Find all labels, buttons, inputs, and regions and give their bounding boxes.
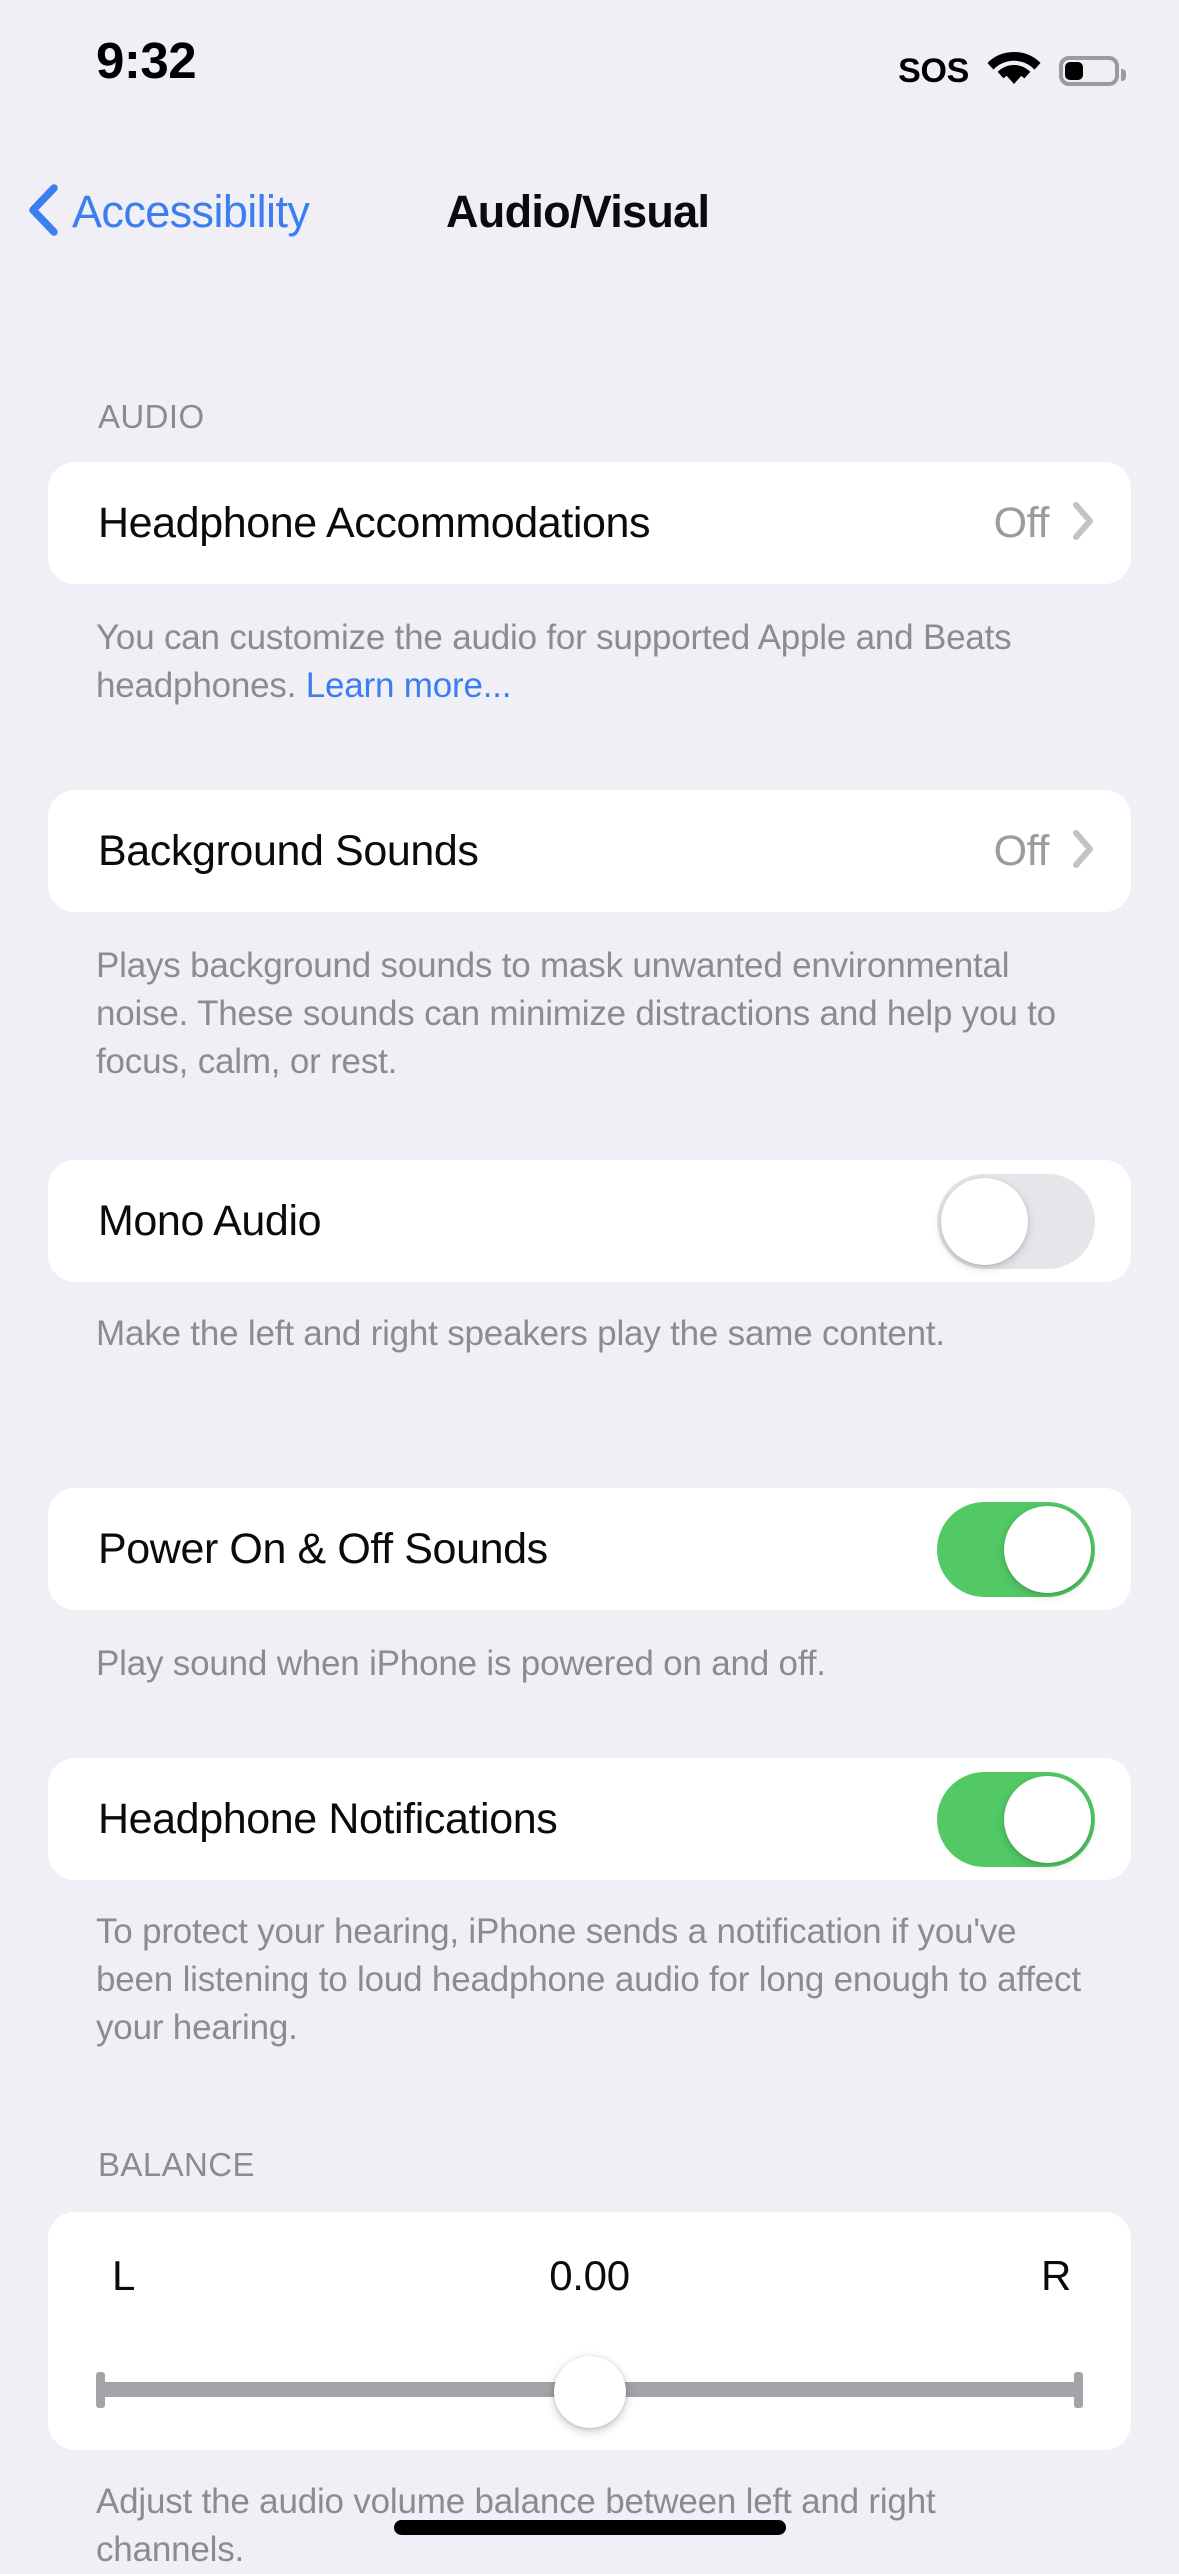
footer-background-sounds: Plays background sounds to mask unwanted…	[96, 942, 1086, 1086]
toggle-knob	[1004, 1506, 1091, 1593]
row-title: Headphone Notifications	[98, 1794, 937, 1844]
footer-text: You can customize the audio for supporte…	[96, 618, 1011, 705]
mono-audio-toggle[interactable]	[937, 1174, 1095, 1269]
row-background-sounds[interactable]: Background Sounds Off	[48, 790, 1131, 912]
footer-headphone-notifications: To protect your hearing, iPhone sends a …	[96, 1908, 1086, 2052]
slider-thumb[interactable]	[554, 2356, 626, 2428]
slider-endcap-left	[96, 2372, 105, 2408]
chevron-right-icon	[1071, 828, 1095, 875]
balance-slider[interactable]	[96, 2360, 1083, 2420]
row-headphone-notifications[interactable]: Headphone Notifications	[48, 1758, 1131, 1880]
balance-right-label: R	[1041, 2250, 1071, 2302]
chevron-right-icon	[1071, 500, 1095, 547]
slider-endcap-right	[1074, 2372, 1083, 2408]
row-mono-audio[interactable]: Mono Audio	[48, 1160, 1131, 1282]
row-title: Background Sounds	[98, 826, 994, 876]
settings-content: AUDIO Headphone Accommodations Off You c…	[0, 0, 1179, 2556]
row-value: Off	[994, 826, 1049, 876]
footer-headphone-accommodations: You can customize the audio for supporte…	[96, 614, 1086, 710]
row-title: Mono Audio	[98, 1196, 937, 1246]
home-indicator[interactable]	[394, 2520, 786, 2535]
section-header-balance: BALANCE	[98, 2146, 255, 2184]
section-header-audio: AUDIO	[98, 398, 205, 436]
balance-labels: L 0.00 R	[48, 2250, 1131, 2302]
row-title: Headphone Accommodations	[98, 498, 994, 548]
row-headphone-accommodations[interactable]: Headphone Accommodations Off	[48, 462, 1131, 584]
footer-mono-audio: Make the left and right speakers play th…	[96, 1310, 1086, 1358]
footer-power-on-off-sounds: Play sound when iPhone is powered on and…	[96, 1640, 1086, 1688]
learn-more-link[interactable]: Learn more...	[306, 666, 512, 705]
row-power-on-off-sounds[interactable]: Power On & Off Sounds	[48, 1488, 1131, 1610]
row-title: Power On & Off Sounds	[98, 1524, 937, 1574]
power-sounds-toggle[interactable]	[937, 1502, 1095, 1597]
toggle-knob	[941, 1178, 1028, 1265]
toggle-knob	[1004, 1776, 1091, 1863]
balance-slider-card[interactable]: L 0.00 R	[48, 2212, 1131, 2450]
balance-value: 0.00	[48, 2250, 1131, 2302]
headphone-notifications-toggle[interactable]	[937, 1772, 1095, 1867]
row-value: Off	[994, 498, 1049, 548]
